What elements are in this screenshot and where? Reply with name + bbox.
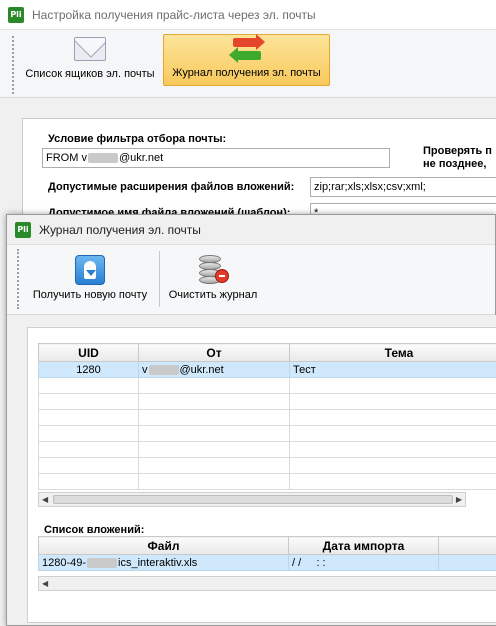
settings-window-titlebar: Pli Настройка получения прайс-листа чере…: [0, 0, 496, 30]
file-suffix: ics_interaktiv.xls: [118, 556, 198, 569]
attachments-label: Список вложений:: [44, 524, 145, 536]
mail-log-panel: UID От Тема 1280 v @ukr.net Тест ◀ ▶ Спи…: [27, 327, 496, 623]
redacted-block: [148, 364, 179, 375]
mail-log-window-title: Журнал получения эл. почты: [39, 222, 201, 237]
mail-log-window: Pli Журнал получения эл. почты Получить …: [6, 214, 496, 626]
attachments-table: Файл Дата импорта 1280-49- ics_interaktiv…: [38, 536, 496, 571]
check-label-line1: Проверять п: [423, 145, 492, 157]
table-row[interactable]: 1280 v @ukr.net Тест: [38, 361, 496, 378]
clear-log-label: Очистить журнал: [168, 289, 258, 301]
messages-hscrollbar[interactable]: ◀ ▶: [38, 492, 466, 507]
mail-log-titlebar: Pli Журнал получения эл. почты: [7, 215, 495, 245]
mailboxes-list-label: Список ящиков эл. почты: [25, 68, 155, 80]
file-prefix: 1280-49-: [42, 556, 87, 569]
filter-value-prefix: FROM v: [46, 152, 87, 164]
table-row-empty: [38, 393, 496, 410]
check-label-line2: не позднее,: [423, 158, 487, 170]
get-new-mail-button[interactable]: Получить новую почту: [23, 249, 157, 307]
table-row-empty: [38, 425, 496, 442]
table-row-empty: [38, 377, 496, 394]
table-row-empty: [38, 473, 496, 490]
from-prefix: v: [142, 363, 148, 376]
extensions-input[interactable]: zip;rar;xls;xlsx;csv;xml;: [310, 177, 496, 197]
attachments-hscrollbar[interactable]: ◀: [38, 576, 496, 591]
mail-log-content: UID От Тема 1280 v @ukr.net Тест ◀ ▶ Спи…: [13, 315, 496, 625]
toolbar-separator: [159, 251, 160, 307]
column-header-uid[interactable]: UID: [38, 343, 139, 362]
app-logo-icon: Pli: [8, 6, 24, 23]
extensions-label: Допустимые расширения файлов вложений:: [48, 181, 295, 193]
mailboxes-list-button[interactable]: Список ящиков эл. почты: [20, 34, 160, 86]
settings-form: Условие фильтра отбора почты: FROM v @ukr…: [22, 118, 496, 228]
scroll-right-icon[interactable]: ▶: [456, 495, 462, 504]
mail-log-button[interactable]: Журнал получения эл. почты: [163, 34, 330, 86]
table-row[interactable]: 1280-49- ics_interaktiv.xls / / : :: [38, 554, 496, 571]
from-suffix: @ukr.net: [179, 363, 224, 376]
column-header-from[interactable]: От: [138, 343, 290, 362]
scroll-left-icon[interactable]: ◀: [42, 579, 48, 588]
column-header-import-date[interactable]: Дата импорта: [288, 536, 439, 555]
column-header-subject[interactable]: Тема: [289, 343, 496, 362]
cell-import-date: / / : :: [288, 554, 439, 571]
cell-subject: Тест: [289, 361, 496, 378]
app-logo-icon: Pli: [15, 221, 31, 238]
messages-table: UID От Тема 1280 v @ukr.net Тест: [38, 343, 496, 490]
mail-log-label: Журнал получения эл. почты: [172, 67, 321, 79]
scroll-left-icon[interactable]: ◀: [42, 495, 48, 504]
table-row-empty: [38, 441, 496, 458]
clear-log-button[interactable]: Очистить журнал: [163, 249, 263, 307]
settings-toolbar: Список ящиков эл. почты Журнал получения…: [0, 30, 496, 98]
get-new-mail-label: Получить новую почту: [32, 289, 148, 301]
envelope-icon: [73, 34, 107, 64]
settings-window-title: Настройка получения прайс-листа через эл…: [32, 7, 316, 22]
filter-input[interactable]: FROM v @ukr.net: [42, 148, 390, 168]
filter-label: Условие фильтра отбора почты:: [48, 133, 227, 145]
cell-from: v @ukr.net: [138, 361, 290, 378]
table-row-empty: [38, 457, 496, 474]
cell-file: 1280-49- ics_interaktiv.xls: [38, 554, 289, 571]
toolbar-grip[interactable]: [17, 249, 20, 309]
download-mail-icon: [73, 255, 107, 285]
toolbar-grip[interactable]: [12, 36, 15, 94]
cell-uid: 1280: [38, 361, 139, 378]
filter-value-suffix: @ukr.net: [118, 152, 164, 164]
swap-arrows-icon: [228, 34, 265, 63]
database-clear-icon: [196, 255, 230, 285]
mail-log-toolbar: Получить новую почту Очистить журнал: [7, 245, 495, 315]
redacted-block: [87, 153, 118, 164]
scroll-thumb[interactable]: [53, 495, 453, 504]
redacted-block: [87, 557, 118, 568]
column-header-file[interactable]: Файл: [38, 536, 289, 555]
column-header-empty: [438, 536, 496, 555]
table-row-empty: [38, 409, 496, 426]
